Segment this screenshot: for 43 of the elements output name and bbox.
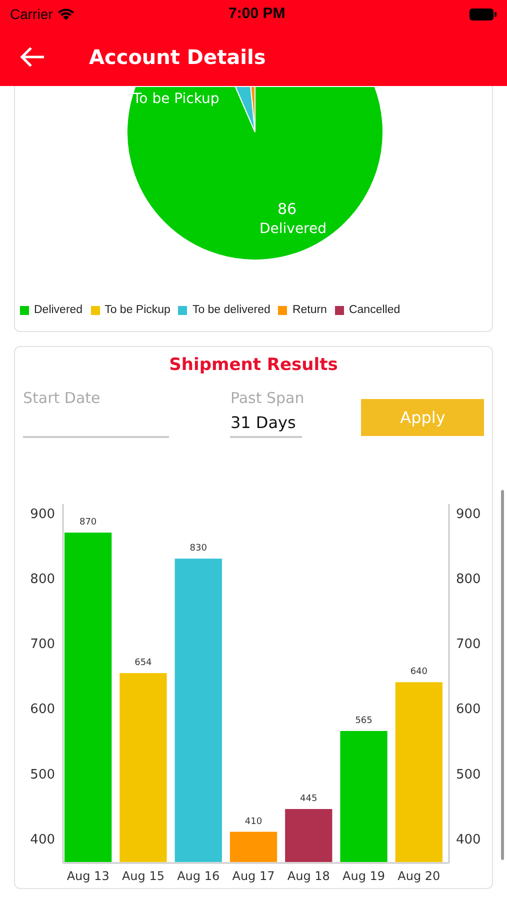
- bar-value-label: 830: [190, 544, 207, 554]
- bar-value-label: 565: [355, 716, 372, 726]
- legend-label: To be Pickup: [104, 303, 170, 318]
- legend-label: To be delivered: [192, 303, 270, 318]
- legend-label: Cancelled: [348, 303, 400, 318]
- past-span-field[interactable]: 31 Days: [230, 409, 302, 438]
- bar-value-label: 654: [134, 658, 152, 668]
- x-tick-label: Aug 18: [287, 869, 330, 884]
- clock: 7:00 PM: [228, 4, 286, 24]
- y-tick-label: 900: [30, 507, 55, 522]
- y-tick-label: 600: [30, 702, 55, 718]
- slice-label: To be Pickup: [133, 91, 220, 107]
- page-title: Account Details: [89, 44, 266, 71]
- wifi-icon: [56, 8, 75, 20]
- x-tick-label: Aug 20: [398, 869, 440, 884]
- battery-icon: [468, 8, 497, 20]
- legend-label: Return: [292, 303, 327, 318]
- bar-value-label: 870: [79, 518, 97, 528]
- bar-value-label: 640: [410, 667, 428, 678]
- legend-label: Delivered: [34, 303, 83, 318]
- y-tick-label: 600: [456, 702, 481, 718]
- y-tick-label: 800: [30, 572, 55, 588]
- x-tick-label: Aug 15: [122, 869, 164, 884]
- x-tick-label: Aug 17: [232, 869, 275, 884]
- y-tick-label: 400: [456, 832, 481, 848]
- y-tick-label: 700: [30, 637, 55, 652]
- carrier-label: Carrier: [10, 4, 53, 24]
- field-label: Past Span: [230, 388, 302, 409]
- y-tick-label: 400: [30, 832, 55, 848]
- bar-value-label: 410: [244, 817, 262, 828]
- y-tick-label: 500: [456, 768, 481, 782]
- bar-value-label: 445: [300, 794, 318, 804]
- x-tick-label: Aug 16: [177, 869, 220, 884]
- x-tick-label: Aug 13: [66, 869, 110, 884]
- card-title: Shipment Results: [168, 354, 339, 378]
- y-tick-label: 700: [456, 637, 481, 652]
- field-label: Start Date: [23, 388, 102, 409]
- x-tick-label: Aug 19: [342, 869, 386, 884]
- y-tick-label: 500: [30, 768, 55, 782]
- y-tick-label: 900: [456, 507, 481, 522]
- slice-label: Delivered: [259, 221, 327, 237]
- slice-value: 86: [277, 200, 297, 218]
- y-tick-label: 800: [456, 572, 481, 588]
